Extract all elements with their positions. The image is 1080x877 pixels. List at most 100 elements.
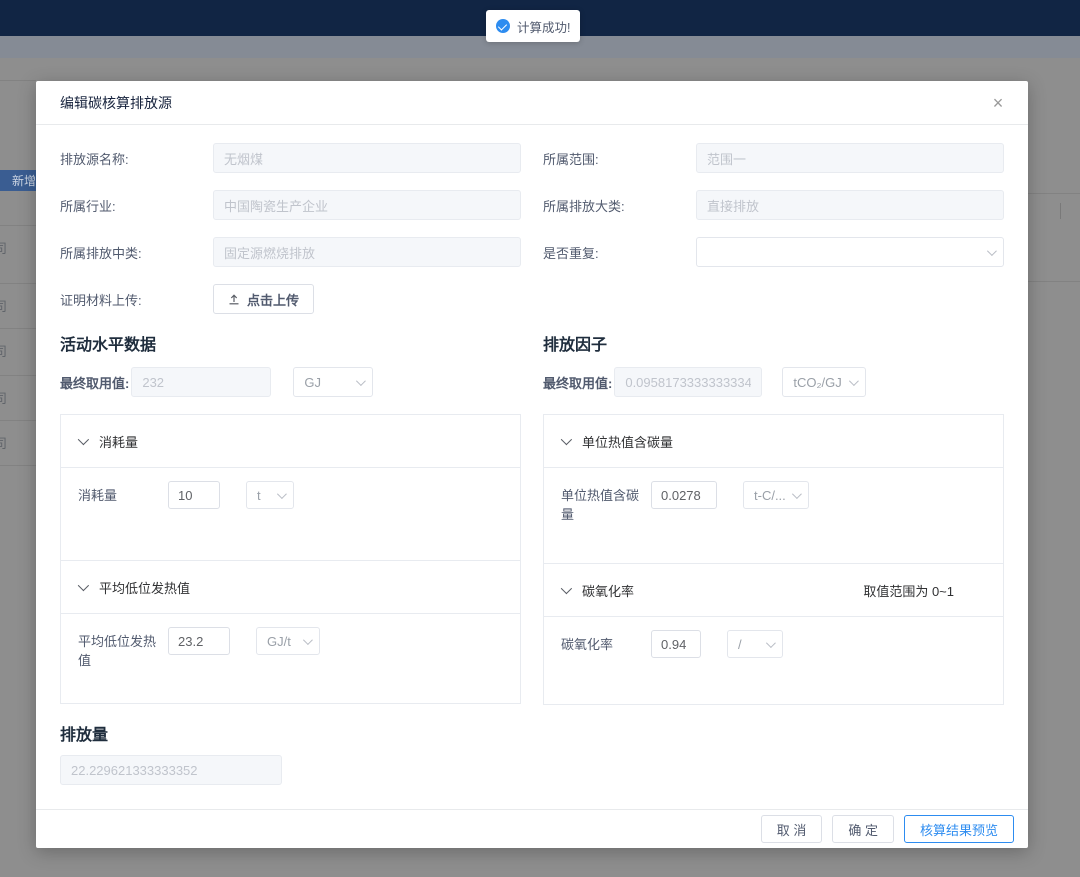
edit-emission-source-dialog: 编辑碳核算排放源 × 排放源名称: 所属范围: 所属行业: 所 (36, 81, 1028, 848)
form-item-emission-major: 所属排放大类: (543, 190, 1004, 220)
chevron-down-icon (766, 638, 776, 648)
background-divider (1028, 193, 1080, 194)
activity-final-input[interactable] (131, 367, 271, 397)
confirm-button[interactable]: 确 定 (832, 815, 894, 843)
activity-section-title: 活动水平数据 (60, 331, 521, 355)
scope-input[interactable] (696, 143, 1004, 173)
consumption-unit-value: t (257, 488, 261, 503)
chevron-down-icon (78, 580, 89, 591)
chevron-down-icon (987, 246, 997, 256)
factor-final-input[interactable] (614, 367, 762, 397)
consumption-panel-body: 消耗量 t (61, 468, 520, 561)
carbon-content-panel-body: 单位热值含碳量 t-C/... (544, 468, 1003, 564)
source-name-label: 排放源名称: (60, 149, 213, 168)
activity-final-label: 最终取用值: (60, 373, 129, 392)
chevron-down-icon (303, 635, 313, 645)
duplicate-label: 是否重复: (543, 243, 696, 262)
oxidation-rate-unit-value: / (738, 637, 742, 652)
success-check-icon (496, 19, 510, 33)
duplicate-select[interactable] (696, 237, 1004, 267)
background-table-line (0, 465, 36, 466)
carbon-content-panel-header[interactable]: 单位热值含碳量 (544, 415, 1003, 468)
factor-section-title: 排放因子 (543, 331, 1004, 355)
background-table-line (0, 375, 36, 376)
carbon-content-panel-title: 单位热值含碳量 (582, 432, 673, 451)
chevron-down-icon (78, 434, 89, 445)
consumption-row-label: 消耗量 (78, 481, 168, 505)
form-grid: 排放源名称: 所属范围: 所属行业: 所属排放大类: 所属排放中类: (60, 143, 1004, 314)
oxidation-rate-unit-select[interactable]: / (727, 630, 783, 658)
carbon-content-unit-select[interactable]: t-C/... (743, 481, 809, 509)
emission-major-label: 所属排放大类: (543, 196, 696, 215)
background-table-line (0, 328, 36, 329)
factor-unit-select[interactable]: tCO₂/GJ (782, 367, 866, 397)
heating-value-row-label: 平均低位发热值 (78, 627, 168, 670)
source-name-input[interactable] (213, 143, 521, 173)
activity-unit-value: GJ (304, 375, 321, 390)
upload-button[interactable]: 点击上传 (213, 284, 314, 314)
upload-icon (228, 293, 240, 305)
consumption-panel-header[interactable]: 消耗量 (61, 415, 520, 468)
background-table-row: 司 (0, 238, 12, 257)
cancel-button[interactable]: 取 消 (761, 815, 823, 843)
form-item-duplicate: 是否重复: (543, 237, 1004, 267)
background-divider (0, 80, 36, 81)
emission-mid-label: 所属排放中类: (60, 243, 213, 262)
form-item-source-name: 排放源名称: (60, 143, 521, 173)
form-item-scope: 所属范围: (543, 143, 1004, 173)
chevron-down-icon (792, 489, 802, 499)
emission-result-input[interactable] (60, 755, 282, 785)
background-table-row: 司 (0, 388, 12, 407)
background-table-row: 司 (0, 296, 12, 315)
consumption-input[interactable] (168, 481, 220, 509)
oxidation-rate-panel-header[interactable]: 碳氧化率 取值范围为 0~1 (544, 564, 1003, 617)
factor-section: 排放因子 最终取用值: tCO₂/GJ 单位热值含碳量 (543, 331, 1004, 705)
heating-value-unit-select[interactable]: GJ/t (256, 627, 320, 655)
factor-final-label: 最终取用值: (543, 373, 612, 392)
carbon-content-unit-value: t-C/... (754, 488, 786, 503)
industry-label: 所属行业: (60, 196, 213, 215)
chevron-down-icon (277, 489, 287, 499)
background-add-button[interactable]: 新增 (0, 170, 36, 191)
consumption-unit-select[interactable]: t (246, 481, 294, 509)
emission-result-title: 排放量 (60, 721, 1004, 745)
form-item-emission-mid: 所属排放中类: (60, 237, 521, 267)
activity-unit-select[interactable]: GJ (293, 367, 373, 397)
toast-message: 计算成功! (517, 17, 570, 36)
scope-label: 所属范围: (543, 149, 696, 168)
dialog-body: 排放源名称: 所属范围: 所属行业: 所属排放大类: 所属排放中类: (36, 125, 1028, 809)
success-toast: 计算成功! (486, 10, 580, 42)
carbon-content-input[interactable] (651, 481, 717, 509)
dialog-footer: 取 消 确 定 核算结果预览 (36, 809, 1028, 848)
background-table-line (0, 225, 36, 226)
heating-value-unit-value: GJ/t (267, 634, 291, 649)
preview-result-button[interactable]: 核算结果预览 (904, 815, 1014, 843)
background-divider (1060, 203, 1061, 219)
emission-mid-input[interactable] (213, 237, 521, 267)
chevron-down-icon (849, 376, 859, 386)
background-table-row: 司 (0, 433, 12, 452)
emission-major-input[interactable] (696, 190, 1004, 220)
background-table-line (0, 420, 36, 421)
form-item-industry: 所属行业: (60, 190, 521, 220)
oxidation-rate-input[interactable] (651, 630, 701, 658)
heating-value-panel-title: 平均低位发热值 (99, 578, 190, 597)
oxidation-rate-panel-note: 取值范围为 0~1 (863, 581, 954, 600)
oxidation-rate-row-label: 碳氧化率 (561, 630, 651, 654)
heating-value-input[interactable] (168, 627, 230, 655)
industry-input[interactable] (213, 190, 521, 220)
activity-final-row: 最终取用值: GJ (60, 367, 521, 397)
page: 新增 司 司 司 司 司 计算成功! 编辑碳核算排放源 × 排放源名称: (0, 0, 1080, 877)
consumption-panel-title: 消耗量 (99, 432, 138, 451)
factor-collapse: 单位热值含碳量 单位热值含碳量 t-C/... (543, 414, 1004, 705)
factor-final-row: 最终取用值: tCO₂/GJ (543, 367, 1004, 397)
carbon-content-row-label: 单位热值含碳量 (561, 481, 651, 524)
chevron-down-icon (561, 583, 572, 594)
close-icon[interactable]: × (986, 91, 1010, 115)
dialog-title: 编辑碳核算排放源 (60, 93, 172, 113)
oxidation-rate-panel-body: 碳氧化率 / (544, 617, 1003, 704)
activity-section: 活动水平数据 最终取用值: GJ 消耗量 (60, 331, 521, 705)
activity-collapse: 消耗量 消耗量 t 平均低位发热值 (60, 414, 521, 704)
heating-value-panel-header[interactable]: 平均低位发热值 (61, 561, 520, 614)
heating-value-panel-body: 平均低位发热值 GJ/t (61, 614, 520, 703)
